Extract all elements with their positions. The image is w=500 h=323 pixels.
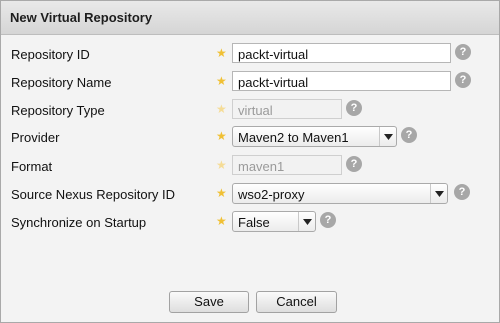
provider-select-value: Maven2 to Maven1 (238, 130, 349, 145)
required-star-icon: ★ (216, 186, 227, 200)
format-row: Format ★ maven1 ? (1, 155, 499, 179)
repository-type-label: Repository Type (11, 103, 105, 118)
dialog-titlebar: New Virtual Repository (1, 1, 499, 35)
provider-row: Provider ★ Maven2 to Maven1 ? (1, 126, 499, 150)
repository-id-input[interactable]: packt-virtual (232, 43, 451, 63)
help-icon[interactable]: ? (454, 184, 470, 200)
required-star-icon: ★ (216, 74, 227, 88)
dialog-title: New Virtual Repository (10, 10, 153, 25)
repository-name-row: Repository Name ★ packt-virtual ? (1, 71, 499, 95)
help-icon[interactable]: ? (320, 212, 336, 228)
source-nexus-repository-id-select[interactable]: wso2-proxy (232, 183, 448, 204)
chevron-down-icon[interactable] (298, 212, 315, 231)
repository-type-input: virtual (232, 99, 342, 119)
provider-label: Provider (11, 130, 60, 145)
required-star-icon: ★ (216, 46, 227, 60)
repository-id-row: Repository ID ★ packt-virtual ? (1, 43, 499, 67)
source-nexus-repository-id-row: Source Nexus Repository ID ★ wso2-proxy … (1, 183, 499, 207)
provider-select[interactable]: Maven2 to Maven1 (232, 126, 397, 147)
help-icon[interactable]: ? (455, 72, 471, 88)
chevron-down-icon[interactable] (379, 127, 396, 146)
synchronize-on-startup-row: Synchronize on Startup ★ False ? (1, 211, 499, 235)
cancel-button[interactable]: Cancel (256, 291, 337, 313)
required-star-icon: ★ (216, 129, 227, 143)
help-icon[interactable]: ? (401, 127, 417, 143)
help-icon[interactable]: ? (346, 100, 362, 116)
source-nexus-repository-id-label: Source Nexus Repository ID (11, 187, 176, 202)
help-icon[interactable]: ? (346, 156, 362, 172)
chevron-down-icon[interactable] (430, 184, 447, 203)
source-nexus-repository-id-value: wso2-proxy (238, 187, 305, 202)
format-label: Format (11, 159, 53, 174)
synchronize-on-startup-label: Synchronize on Startup (11, 215, 147, 230)
repository-type-row: Repository Type ★ virtual ? (1, 99, 499, 123)
new-virtual-repository-dialog: New Virtual Repository Repository ID ★ p… (0, 0, 500, 323)
help-icon[interactable]: ? (455, 44, 471, 60)
required-star-icon: ★ (216, 158, 227, 172)
format-input: maven1 (232, 155, 342, 175)
synchronize-on-startup-select[interactable]: False (232, 211, 316, 232)
required-star-icon: ★ (216, 214, 227, 228)
repository-name-input[interactable]: packt-virtual (232, 71, 451, 91)
required-star-icon: ★ (216, 102, 227, 116)
repository-id-label: Repository ID (11, 47, 90, 62)
save-button[interactable]: Save (169, 291, 249, 313)
synchronize-on-startup-value: False (238, 215, 270, 230)
repository-name-label: Repository Name (11, 75, 112, 90)
